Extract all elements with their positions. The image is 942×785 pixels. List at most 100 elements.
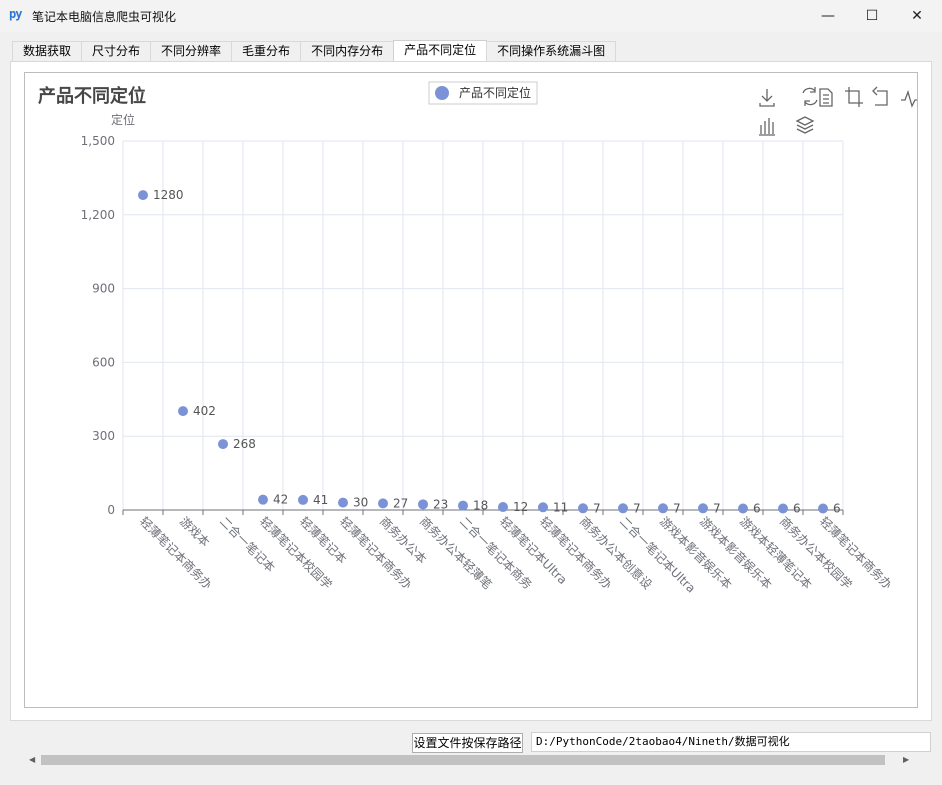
python-app-icon: py — [9, 7, 22, 21]
chart-canvas: 0 300 600 900 1,200 1,500 轻薄笔记本商务办游戏本 二合一笔记本轻薄… — [38, 81, 918, 596]
scroll-right-icon[interactable]: ▶ — [903, 755, 909, 764]
y-axis: 0 300 600 900 1,200 1,500 — [81, 134, 115, 517]
data-label: 23 — [433, 497, 448, 511]
data-label: 6 — [833, 502, 841, 516]
maximize-icon: ☐ — [865, 8, 879, 24]
x-tick-label: 轻薄笔记本商务办 — [337, 514, 415, 592]
data-label: 42 — [273, 493, 288, 507]
y-tick-label: 1,500 — [81, 134, 115, 148]
data-point — [178, 406, 188, 417]
data-point — [778, 503, 788, 514]
tab-resolution[interactable]: 不同分辨率 — [150, 41, 233, 61]
line-chart-icon[interactable] — [901, 89, 918, 108]
tab-memory-distribution[interactable]: 不同内存分布 — [300, 41, 395, 61]
x-tick-label: 商务办公本轻薄笔 — [417, 514, 495, 592]
data-label: 7 — [593, 501, 601, 515]
data-view-icon[interactable] — [819, 88, 833, 107]
x-axis: 轻薄笔记本商务办游戏本 二合一笔记本轻薄笔记本校园学轻薄笔记本轻薄笔记本商务办商务… — [122, 509, 895, 596]
crop-icon[interactable] — [845, 87, 863, 107]
data-point — [298, 494, 308, 505]
data-point — [658, 503, 668, 514]
x-tick-label: 轻薄笔记本商务办 — [537, 514, 615, 592]
toolbox — [759, 86, 918, 136]
data-label: 41 — [313, 493, 328, 507]
scroll-left-icon[interactable]: ◀ — [29, 755, 35, 764]
data-point — [338, 497, 348, 508]
y-tick-label: 900 — [92, 282, 115, 296]
close-icon: ✕ — [911, 8, 923, 24]
set-save-path-button[interactable]: 设置文件按保存路径 — [412, 733, 523, 753]
tab-data-fetch[interactable]: 数据获取 — [12, 41, 83, 61]
tab-os-funnel[interactable]: 不同操作系统漏斗图 — [486, 41, 617, 61]
x-tick-label: 轻薄笔记本校园学 — [257, 514, 335, 592]
save-path-field[interactable]: D:/PythonCode/2taobao4/Nineth/数据可视化 — [531, 732, 931, 752]
chart-viewport: 0 300 600 900 1,200 1,500 轻薄笔记本商务办 游戏本 二合一笔记本 轻薄… — [24, 72, 918, 708]
data-point — [818, 503, 828, 514]
data-point — [538, 502, 548, 513]
x-tick-label: 二合一笔记本Ultra — [617, 514, 699, 596]
legend[interactable]: 产品不同定位 — [428, 81, 538, 105]
legend-marker — [435, 86, 449, 100]
data-label: 6 — [793, 502, 801, 516]
download-icon[interactable] — [759, 89, 775, 107]
data-point — [138, 190, 148, 201]
y-axis-name: 定位 — [111, 112, 135, 127]
data-point — [378, 498, 388, 509]
window-title: 笔记本电脑信息爬虫可视化 — [32, 10, 177, 24]
tab-weight-distribution[interactable]: 毛重分布 — [231, 41, 302, 61]
refresh-icon[interactable] — [802, 87, 818, 106]
bar-chart-icon[interactable] — [759, 118, 775, 136]
data-label: 27 — [393, 496, 408, 510]
chart-title: 产品不同定位 — [38, 85, 146, 107]
data-label: 6 — [753, 502, 761, 516]
close-button[interactable]: ✕ — [894, 0, 940, 32]
data-point — [418, 499, 428, 510]
y-tick-label: 600 — [92, 355, 115, 369]
y-tick-label: 0 — [107, 503, 115, 517]
x-tick-label: 商务办公本校园学 — [777, 514, 855, 592]
minimize-button[interactable]: — — [805, 0, 851, 32]
y-tick-label: 1,200 — [81, 208, 115, 222]
data-label: 268 — [233, 437, 256, 451]
data-point — [698, 503, 708, 514]
data-label: 12 — [513, 500, 528, 514]
legend-label: 产品不同定位 — [459, 85, 531, 100]
x-tick-label: 轻薄笔记本商务办 — [817, 514, 895, 592]
data-point — [498, 502, 508, 513]
tab-panel: 0 300 600 900 1,200 1,500 轻薄笔记本商务办 游戏本 二合一笔记本 轻薄… — [10, 61, 932, 768]
scrollbar-thumb[interactable] — [41, 755, 885, 765]
data-label: 30 — [353, 496, 368, 510]
x-tick-label: 二合一笔记本商务 — [457, 514, 535, 592]
data-label: 402 — [193, 404, 216, 418]
y-tick-label: 300 — [92, 429, 115, 443]
tab-size-distribution[interactable]: 尺寸分布 — [81, 41, 152, 61]
data-label: 7 — [713, 501, 721, 515]
title-bar: py 笔记本电脑信息爬虫可视化 — ☐ ✕ — [0, 0, 942, 32]
horizontal-scrollbar[interactable]: ◀ ▶ — [25, 752, 917, 768]
data-point — [578, 503, 588, 514]
data-point — [618, 503, 628, 514]
data-point — [458, 500, 468, 511]
data-label: 7 — [633, 501, 641, 515]
x-tick-label: 商务办公本创意设 — [577, 514, 655, 592]
data-point — [738, 503, 748, 514]
minimize-icon: — — [821, 8, 835, 24]
data-label: 18 — [473, 499, 488, 513]
data-point — [218, 439, 228, 450]
x-tick-label: 游戏本影音娱乐本 — [657, 514, 735, 592]
undo-icon[interactable] — [872, 86, 888, 106]
x-tick-label: 游戏本影音娱乐本 — [697, 514, 775, 592]
x-tick-label: 游戏本 — [177, 514, 212, 549]
x-tick-label: 轻薄笔记本Ultra — [497, 514, 571, 588]
data-label: 11 — [553, 500, 568, 514]
data-label: 1280 — [153, 188, 184, 202]
data-point — [258, 494, 268, 505]
maximize-button[interactable]: ☐ — [849, 0, 895, 32]
tab-product-positioning[interactable]: 产品不同定位 — [393, 40, 488, 61]
grid-lines — [122, 140, 844, 510]
tab-bar: 数据获取 尺寸分布 不同分辨率 毛重分布 不同内存分布 产品不同定位 不同操作系… — [12, 40, 617, 62]
x-tick-label: 游戏本轻薄笔记本 — [737, 514, 815, 592]
stack-icon[interactable] — [795, 116, 815, 134]
x-tick-label: 轻薄笔记本商务办 — [137, 514, 215, 592]
data-label: 7 — [673, 501, 681, 515]
